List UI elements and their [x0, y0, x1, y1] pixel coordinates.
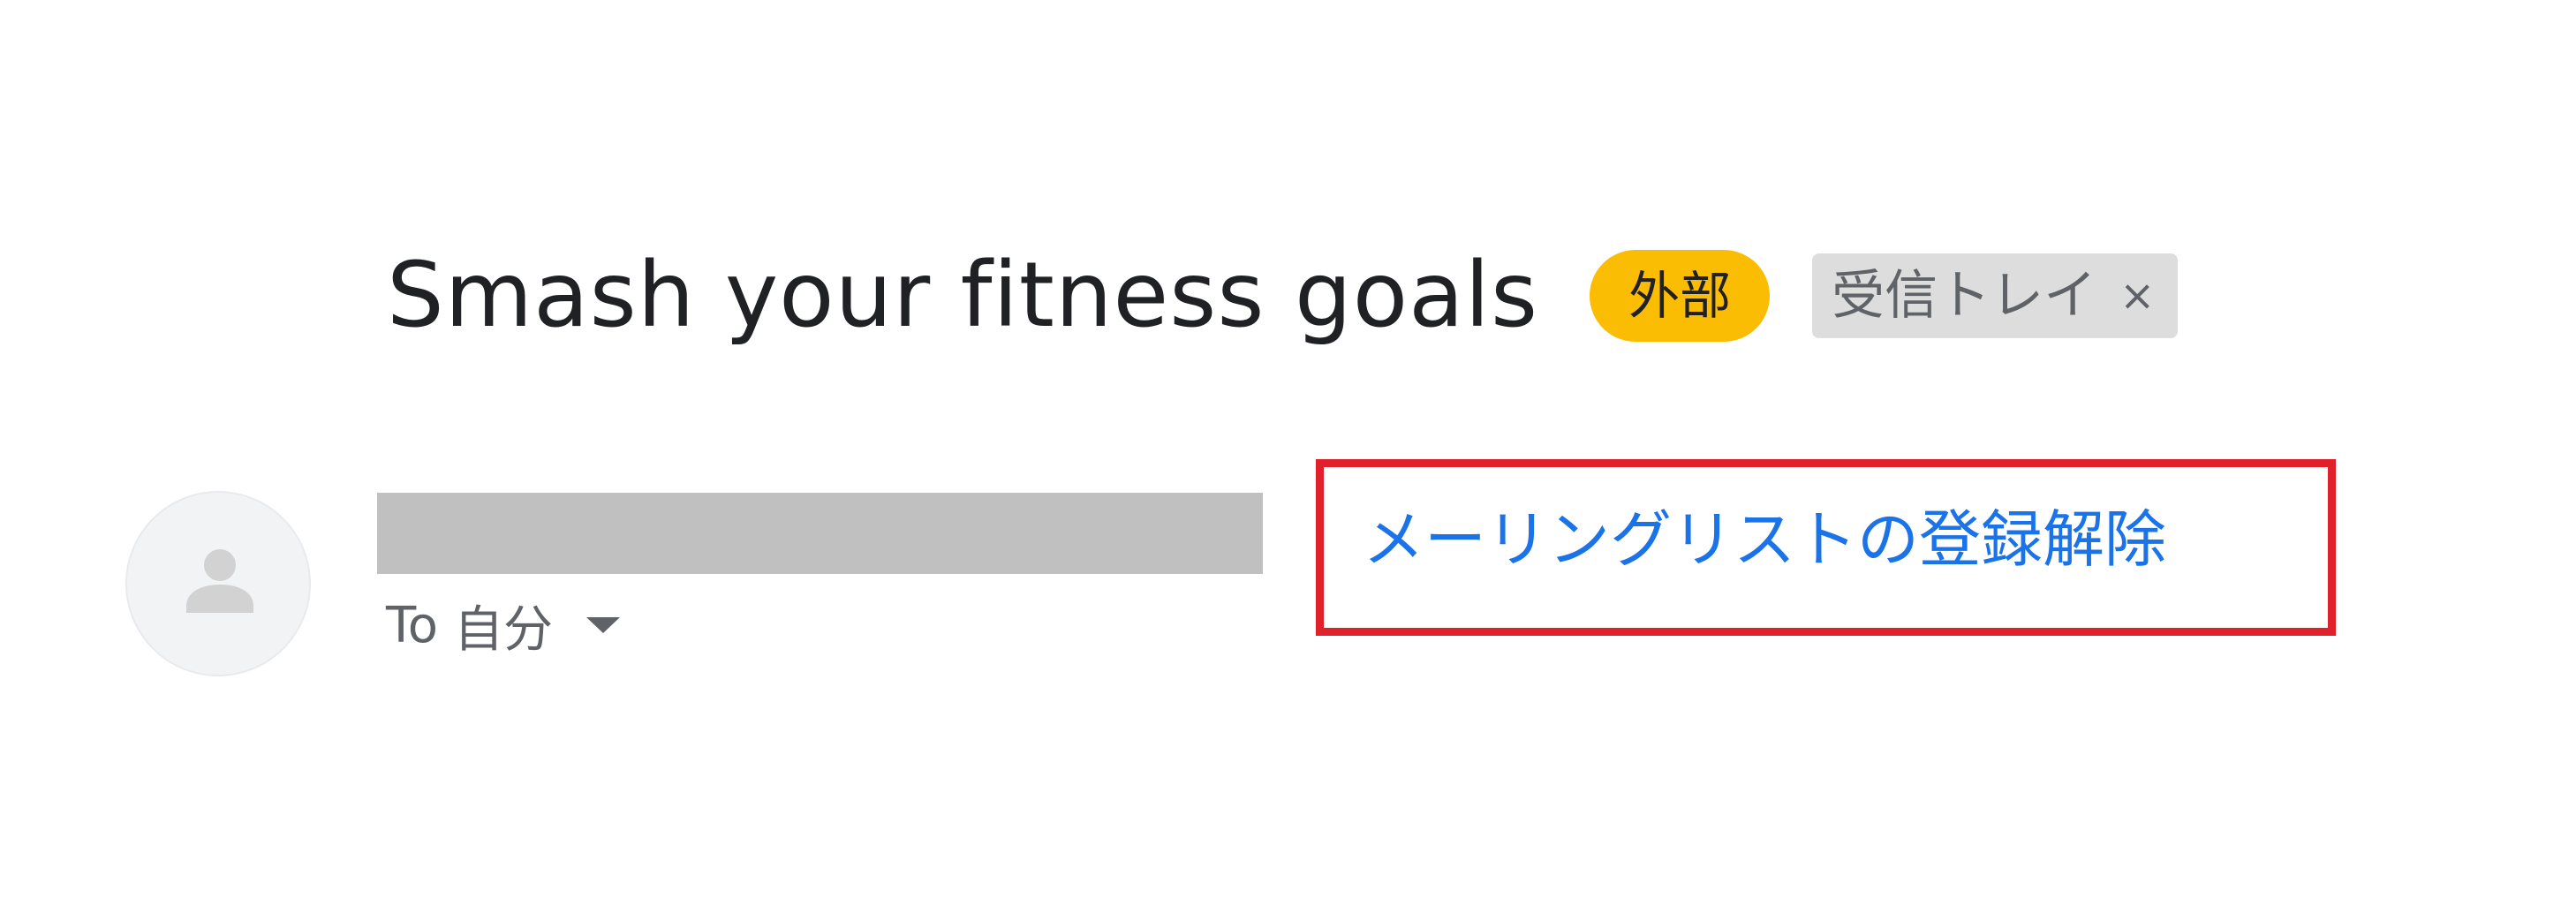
recipient-name: 自分: [453, 600, 553, 659]
subject-row: Smash your fitness goals 外部 受信トレイ ×: [387, 238, 2179, 353]
remove-label-icon[interactable]: ×: [2119, 275, 2155, 317]
inbox-label: 受信トレイ ×: [1812, 253, 2179, 338]
external-label: 外部: [1590, 250, 1771, 342]
avatar[interactable]: [125, 491, 311, 676]
person-icon: [186, 549, 253, 613]
recipient-row: To 自分: [386, 593, 620, 659]
email-subject: Smash your fitness goals: [387, 243, 1539, 348]
recipient-prefix: To: [386, 596, 438, 654]
recipient-details-dropdown-icon[interactable]: [585, 617, 620, 633]
email-header: Smash your fitness goals 外部 受信トレイ × To 自…: [0, 0, 2576, 921]
unsubscribe-link[interactable]: メーリングリストの登録解除: [1363, 500, 2166, 579]
sender-name-redacted: [377, 493, 1263, 574]
inbox-label-text: 受信トレイ: [1832, 265, 2097, 327]
